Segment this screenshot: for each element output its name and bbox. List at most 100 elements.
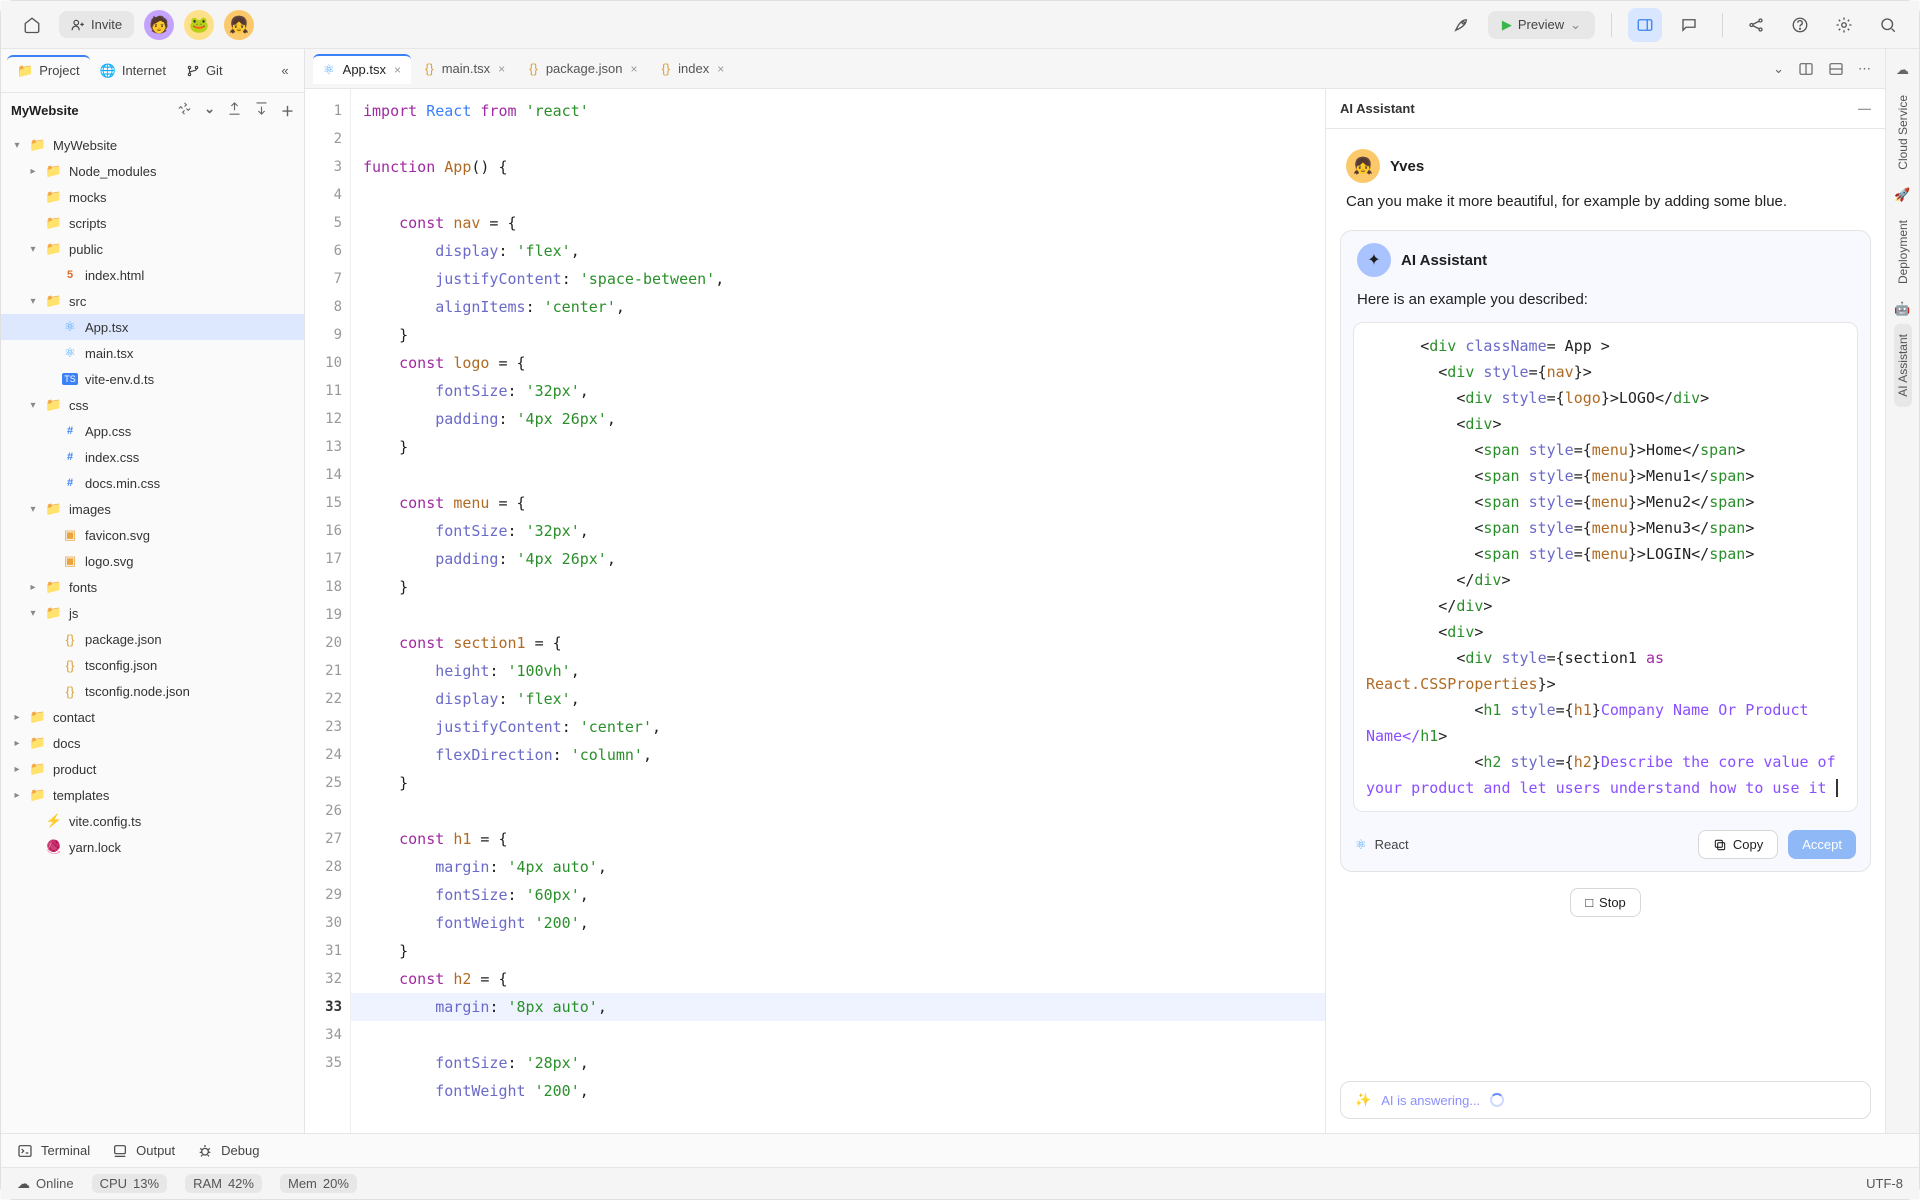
close-icon[interactable]: × bbox=[498, 62, 505, 76]
filetype-icon: {} bbox=[661, 61, 670, 76]
tree-item[interactable]: ⚛main.tsx bbox=[1, 340, 304, 366]
tree-item[interactable]: 📁mocks bbox=[1, 184, 304, 210]
filetype-icon: 📁 bbox=[29, 137, 47, 153]
tree-item-label: logo.svg bbox=[85, 554, 133, 569]
tree-item[interactable]: 📁scripts bbox=[1, 210, 304, 236]
folder-icon: 📁 bbox=[17, 63, 33, 79]
tree-item[interactable]: ▸📁docs bbox=[1, 730, 304, 756]
collapse-sidebar-icon[interactable]: « bbox=[272, 58, 298, 84]
tree-item[interactable]: ⚡vite.config.ts bbox=[1, 808, 304, 834]
tab-label: index bbox=[678, 61, 709, 76]
tab-git[interactable]: Git bbox=[176, 57, 233, 84]
close-icon[interactable]: × bbox=[717, 62, 724, 76]
editor-tab[interactable]: {} index × bbox=[651, 55, 734, 82]
tab-project[interactable]: 📁 Project bbox=[7, 55, 90, 85]
tree-item[interactable]: #docs.min.css bbox=[1, 470, 304, 496]
tree-item[interactable]: ▸📁templates bbox=[1, 782, 304, 808]
user-message: 👧 Yves Can you make it more beautiful, f… bbox=[1326, 141, 1885, 224]
filetype-icon: # bbox=[61, 425, 79, 437]
tree-item[interactable]: ▸📁product bbox=[1, 756, 304, 782]
copy-button[interactable]: Copy bbox=[1698, 830, 1778, 859]
editor-tab[interactable]: {}main.tsx× bbox=[415, 55, 515, 82]
tree-item[interactable]: ▸📁contact bbox=[1, 704, 304, 730]
filetype-icon: ⚡ bbox=[45, 813, 63, 829]
stop-button[interactable]: □ Stop bbox=[1570, 888, 1641, 917]
rail-tab-cloud[interactable]: Cloud Service bbox=[1894, 85, 1912, 180]
tree-item-label: package.json bbox=[85, 632, 162, 647]
chevron-icon: ▸ bbox=[11, 764, 23, 775]
rocket-icon[interactable] bbox=[1444, 8, 1478, 42]
chevron-icon: ▾ bbox=[27, 296, 39, 307]
tree-item[interactable]: {}package.json bbox=[1, 626, 304, 652]
play-icon: ▶ bbox=[1502, 17, 1512, 33]
assistant-intro: Here is an example you described: bbox=[1341, 291, 1870, 316]
ai-input[interactable]: ✨ AI is answering... bbox=[1340, 1081, 1871, 1119]
deploy-icon[interactable]: 🚀 bbox=[1892, 184, 1914, 206]
more-icon[interactable]: ⋯ bbox=[1858, 61, 1871, 77]
download-icon[interactable] bbox=[254, 101, 269, 120]
tree-item[interactable]: #index.css bbox=[1, 444, 304, 470]
chevron-icon: ▾ bbox=[11, 140, 23, 151]
tree-item[interactable]: ▣favicon.svg bbox=[1, 522, 304, 548]
tree-item[interactable]: {}tsconfig.node.json bbox=[1, 678, 304, 704]
close-icon[interactable]: × bbox=[630, 62, 637, 76]
search-icon[interactable] bbox=[1871, 8, 1905, 42]
chevron-icon: ▸ bbox=[11, 790, 23, 801]
avatar[interactable]: 👧 bbox=[224, 10, 254, 40]
minimize-icon[interactable]: — bbox=[1858, 101, 1871, 116]
tree-item[interactable]: 5index.html bbox=[1, 262, 304, 288]
output-tab[interactable]: Output bbox=[112, 1143, 175, 1159]
avatar[interactable]: 🧑 bbox=[144, 10, 174, 40]
assistant-icon[interactable]: 🤖 bbox=[1892, 298, 1914, 320]
gear-icon[interactable] bbox=[1827, 8, 1861, 42]
tree-item[interactable]: ▾📁images bbox=[1, 496, 304, 522]
tree-item-label: images bbox=[69, 502, 111, 517]
editor-tab[interactable]: {}package.json× bbox=[519, 55, 647, 82]
close-icon[interactable]: × bbox=[394, 63, 401, 77]
tree-item[interactable]: {}tsconfig.json bbox=[1, 652, 304, 678]
code-editor[interactable]: import React from 'react' function App()… bbox=[351, 89, 1325, 1133]
locate-icon[interactable] bbox=[177, 101, 192, 120]
tree-item[interactable]: 🧶yarn.lock bbox=[1, 834, 304, 860]
divider bbox=[1611, 13, 1612, 37]
rail-tab-deploy[interactable]: Deployment bbox=[1894, 210, 1912, 294]
accept-button[interactable]: Accept bbox=[1788, 830, 1856, 859]
help-icon[interactable] bbox=[1783, 8, 1817, 42]
tree-item[interactable]: ▾📁public bbox=[1, 236, 304, 262]
invite-button[interactable]: Invite bbox=[59, 11, 134, 38]
tree-item[interactable]: ▣logo.svg bbox=[1, 548, 304, 574]
chevron-down-icon[interactable]: ⌄ bbox=[1773, 61, 1784, 77]
split-vertical-icon[interactable] bbox=[1798, 61, 1814, 77]
tree-item[interactable]: #App.css bbox=[1, 418, 304, 444]
tree-item[interactable]: ▾📁src bbox=[1, 288, 304, 314]
avatar[interactable]: 🐸 bbox=[184, 10, 214, 40]
tree-item[interactable]: ▾📁MyWebsite bbox=[1, 132, 304, 158]
cloud-icon[interactable]: ☁ bbox=[1892, 59, 1914, 81]
tree-item[interactable]: ▾📁js bbox=[1, 600, 304, 626]
ai-panel-toggle-icon[interactable] bbox=[1628, 8, 1662, 42]
sidebar: 📁 Project 🌐 Internet Git « MyWebsite ⌄ ＋ bbox=[1, 49, 305, 1133]
editor-tab[interactable]: ⚛App.tsx× bbox=[313, 54, 411, 84]
tree-item[interactable]: ▸📁Node_modules bbox=[1, 158, 304, 184]
home-icon[interactable] bbox=[15, 8, 49, 42]
plus-icon[interactable]: ＋ bbox=[281, 101, 294, 120]
debug-tab[interactable]: Debug bbox=[197, 1143, 259, 1159]
split-horizontal-icon[interactable] bbox=[1828, 61, 1844, 77]
sparkle-icon: ✨ bbox=[1355, 1092, 1371, 1108]
tree-item-label: App.tsx bbox=[85, 320, 128, 335]
user-message-text: Can you make it more beautiful, for exam… bbox=[1346, 193, 1865, 210]
tree-item[interactable]: ⚛App.tsx bbox=[1, 314, 304, 340]
share-icon[interactable] bbox=[1739, 8, 1773, 42]
terminal-tab[interactable]: Terminal bbox=[17, 1143, 90, 1159]
upload-icon[interactable] bbox=[227, 101, 242, 120]
filetype-icon: # bbox=[61, 477, 79, 489]
tree-item[interactable]: ▸📁fonts bbox=[1, 574, 304, 600]
chat-icon[interactable] bbox=[1672, 8, 1706, 42]
preview-button[interactable]: ▶ Preview ⌄ bbox=[1488, 11, 1595, 39]
tree-item[interactable]: ▾📁css bbox=[1, 392, 304, 418]
tab-internet[interactable]: 🌐 Internet bbox=[90, 57, 176, 85]
tree-item[interactable]: TSvite-env.d.ts bbox=[1, 366, 304, 392]
rail-tab-assistant[interactable]: AI Assistant bbox=[1894, 324, 1912, 407]
encoding[interactable]: UTF-8 bbox=[1866, 1176, 1903, 1191]
chevron-down-icon[interactable]: ⌄ bbox=[204, 101, 215, 120]
